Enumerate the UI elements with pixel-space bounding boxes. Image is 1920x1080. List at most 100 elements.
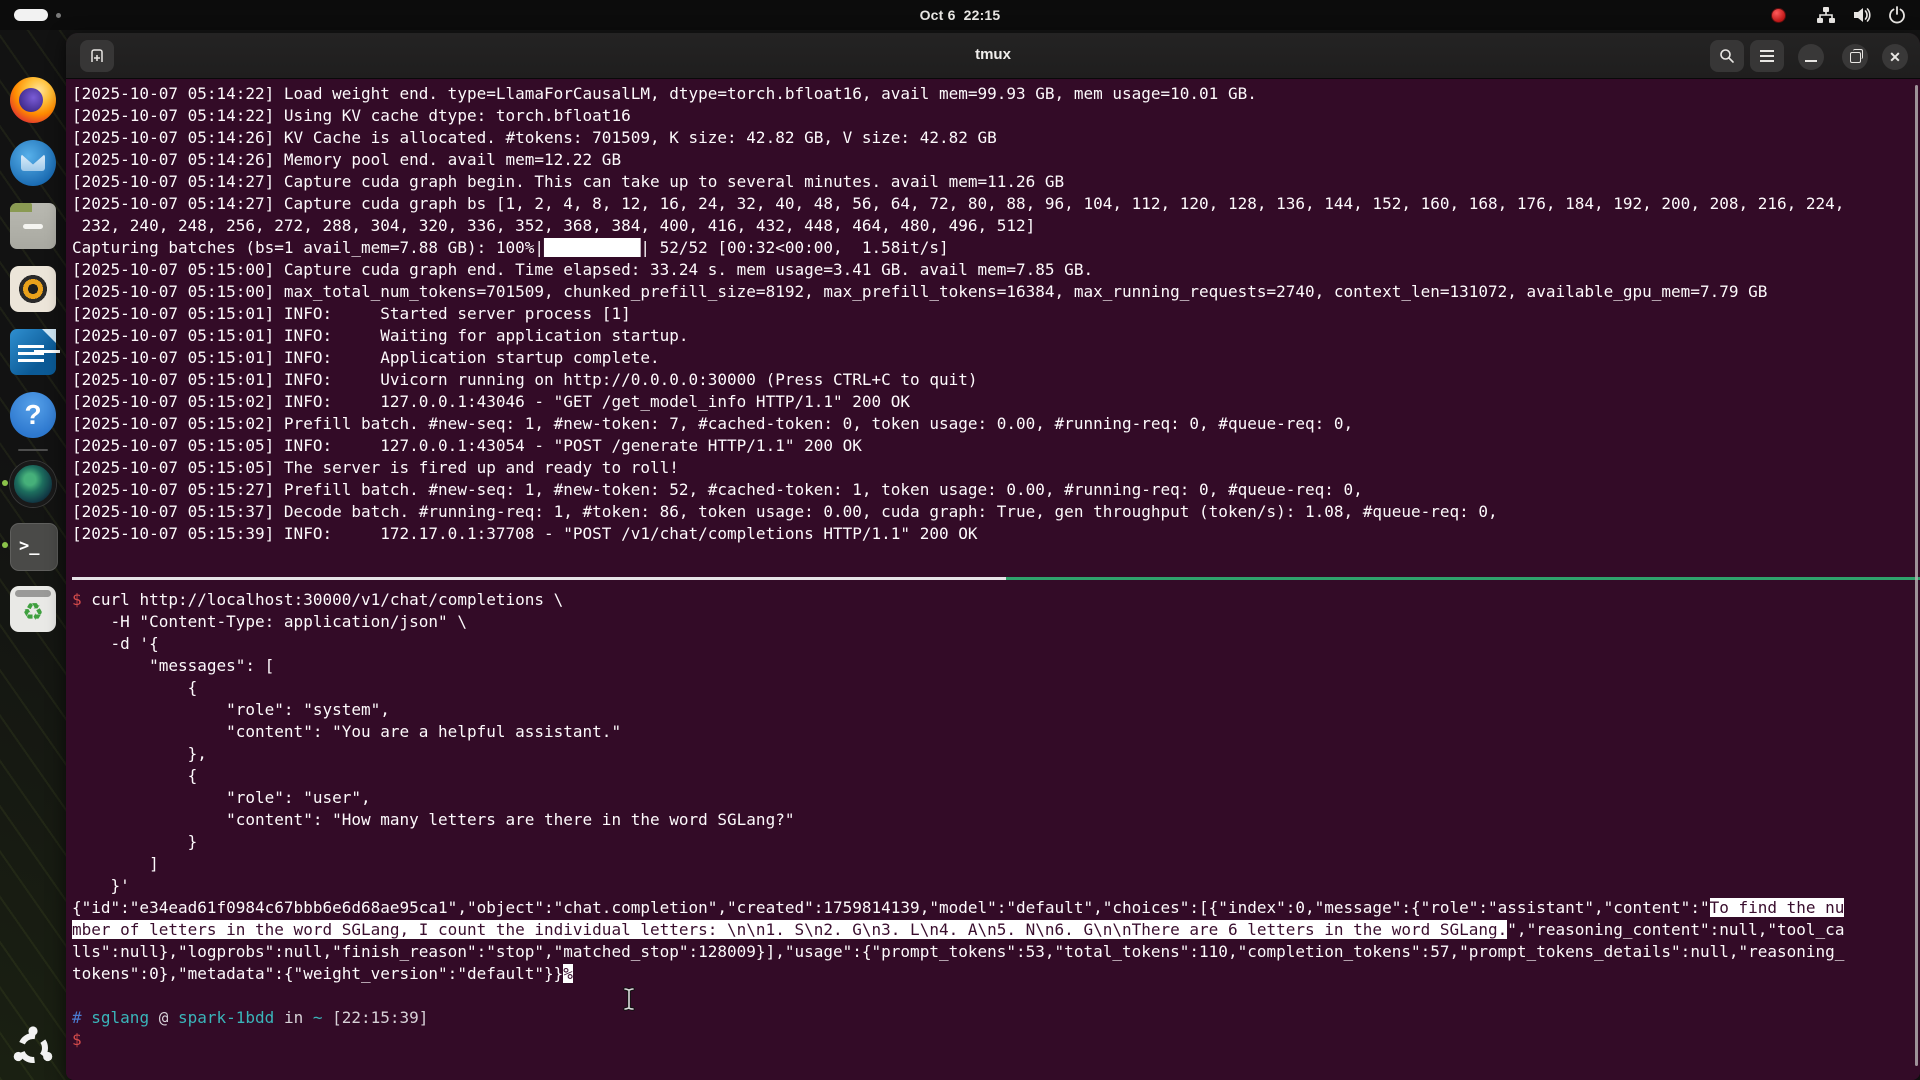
prompt-time: [22:15:39] xyxy=(332,1008,428,1027)
dock-item-help[interactable]: ? xyxy=(10,392,56,438)
dock-item-rhythmbox[interactable] xyxy=(10,266,56,312)
menu-button[interactable] xyxy=(1750,40,1784,72)
log-line: [2025-10-07 05:15:02] INFO: 127.0.0.1:43… xyxy=(72,391,1920,413)
maximize-icon xyxy=(1850,52,1861,63)
response-line: {"id":"e34ead61f0984c67bbb6e6d68ae95ca1"… xyxy=(72,897,1920,919)
curl-line: -d '{ xyxy=(72,633,1920,655)
window-title: tmux xyxy=(66,46,1920,63)
rhythmbox-speaker-icon xyxy=(10,266,56,312)
progress-stats: | 52/52 [00:32<00:00, 1.58it/s] xyxy=(640,238,948,257)
log-line: [2025-10-07 05:15:01] INFO: Application … xyxy=(72,347,1920,369)
log-line: [2025-10-07 05:14:27] Capture cuda graph… xyxy=(72,171,1920,193)
prompt-at: @ xyxy=(159,1008,169,1027)
log-line: [2025-10-07 05:15:01] INFO: Waiting for … xyxy=(72,325,1920,347)
dock: ? >_ ♻ xyxy=(0,30,66,1080)
log-line: [2025-10-07 05:15:05] The server is fire… xyxy=(72,457,1920,479)
maximize-button[interactable] xyxy=(1842,44,1868,70)
log-line: [2025-10-07 05:15:00] Capture cuda graph… xyxy=(72,259,1920,281)
dock-item-files[interactable] xyxy=(10,203,56,249)
camera-lens-icon xyxy=(10,461,56,507)
help-question-icon: ? xyxy=(10,392,56,438)
network-icon[interactable] xyxy=(1816,6,1836,24)
trash-icon: ♻ xyxy=(10,586,56,632)
prompt-dollar: $ xyxy=(72,590,82,609)
curl-command: curl http://localhost:30000/v1/chat/comp… xyxy=(82,590,564,609)
terminal-screen[interactable]: [2025-10-07 05:14:22] Load weight end. t… xyxy=(66,79,1920,1080)
response-json: {"id":"e34ead61f0984c67bbb6e6d68ae95ca1"… xyxy=(72,898,1710,917)
curl-line: } xyxy=(72,831,1920,853)
terminal-icon: >_ xyxy=(10,523,58,571)
search-button[interactable] xyxy=(1710,40,1744,72)
close-icon: ✕ xyxy=(1889,50,1901,64)
dock-item-terminal[interactable]: >_ xyxy=(10,523,56,569)
mouse-cursor-ibeam xyxy=(622,986,636,1012)
curl-line: "messages": [ xyxy=(72,655,1920,677)
response-line: mber of letters in the word SGLang, I co… xyxy=(72,919,1920,941)
tmux-window: tmux ✕ [2025-10-07 05:14:22] Load weight… xyxy=(66,33,1920,1080)
dock-separator xyxy=(18,449,48,451)
shell-prompt: # sglang @ spark-1bdd in ~ [22:15:39] xyxy=(72,1007,1920,1029)
log-line: [2025-10-07 05:15:02] Prefill batch. #ne… xyxy=(72,413,1920,435)
curl-line: }, xyxy=(72,743,1920,765)
running-indicator-dot xyxy=(2,542,8,548)
dock-item-thunderbird[interactable] xyxy=(10,140,56,186)
hamburger-icon xyxy=(1760,55,1774,57)
progress-line: Capturing batches (bs=1 avail_mem=7.88 G… xyxy=(72,237,1920,259)
log-line: [2025-10-07 05:15:37] Decode batch. #run… xyxy=(72,501,1920,523)
curl-line: "role": "system", xyxy=(72,699,1920,721)
log-line: [2025-10-07 05:14:22] Load weight end. t… xyxy=(72,83,1920,105)
log-line: [2025-10-07 05:14:27] Capture cuda graph… xyxy=(72,193,1920,215)
ubuntu-logo-icon[interactable] xyxy=(11,1026,55,1070)
curl-line: "content": "You are a helpful assistant.… xyxy=(72,721,1920,743)
dock-item-libreoffice-writer[interactable] xyxy=(10,329,56,375)
log-line: [2025-10-07 05:15:01] INFO: Uvicorn runn… xyxy=(72,369,1920,391)
prompt-user: sglang xyxy=(82,1008,159,1027)
log-line: [2025-10-07 05:15:00] max_total_num_toke… xyxy=(72,281,1920,303)
curl-line: { xyxy=(72,677,1920,699)
dock-item-camera[interactable] xyxy=(10,461,56,507)
close-button[interactable]: ✕ xyxy=(1882,44,1908,70)
terminal-cursor: % xyxy=(563,964,573,983)
firefox-icon xyxy=(10,77,56,123)
prompt-hash: # xyxy=(72,1008,82,1027)
log-line: [2025-10-07 05:14:26] KV Cache is alloca… xyxy=(72,127,1920,149)
power-icon[interactable] xyxy=(1888,6,1906,24)
curl-line: "content": "How many letters are there i… xyxy=(72,809,1920,831)
shell-prompt: $ xyxy=(72,1029,1920,1051)
dock-item-trash[interactable]: ♻ xyxy=(10,586,56,632)
response-line: lls":null},"logprobs":null,"finish_reaso… xyxy=(72,941,1920,963)
system-tray[interactable] xyxy=(1771,0,1906,30)
running-indicator-dot xyxy=(2,480,8,486)
selected-text: mber of letters in the word SGLang, I co… xyxy=(72,920,1507,939)
minimize-button[interactable] xyxy=(1798,44,1824,70)
log-line: [2025-10-07 05:15:27] Prefill batch. #ne… xyxy=(72,479,1920,501)
pane-border-left xyxy=(72,577,1006,580)
log-line: [2025-10-07 05:15:39] INFO: 172.17.0.1:3… xyxy=(72,523,1920,545)
minimize-icon xyxy=(1805,60,1817,62)
screen-record-indicator-icon[interactable] xyxy=(1771,8,1786,23)
tmux-pane-border[interactable] xyxy=(72,567,1920,589)
curl-line: "role": "user", xyxy=(72,787,1920,809)
prompt-in: in xyxy=(284,1008,303,1027)
volume-icon[interactable] xyxy=(1852,6,1872,24)
log-line: [2025-10-07 05:15:01] INFO: Started serv… xyxy=(72,303,1920,325)
log-line: [2025-10-07 05:15:05] INFO: 127.0.0.1:43… xyxy=(72,435,1920,457)
prompt-path: ~ xyxy=(303,1008,332,1027)
dock-item-firefox[interactable] xyxy=(10,77,56,123)
thunderbird-icon xyxy=(10,140,56,186)
log-line: 232, 240, 248, 256, 272, 288, 304, 320, … xyxy=(72,215,1920,237)
progress-bar: ██████████ xyxy=(544,238,640,257)
curl-line: ] xyxy=(72,853,1920,875)
response-json: tokens":0},"metadata":{"weight_version":… xyxy=(72,964,563,983)
clock[interactable]: Oct 622:15 xyxy=(0,7,1920,23)
response-json: ","reasoning_content":null,"tool_ca xyxy=(1507,920,1844,939)
top-bar: Oct 622:15 xyxy=(0,0,1920,30)
search-icon xyxy=(1719,48,1735,64)
window-titlebar[interactable]: tmux ✕ xyxy=(66,33,1920,79)
pane-border-right xyxy=(1006,577,1920,580)
clock-time: 22:15 xyxy=(964,7,1001,23)
curl-line: }' xyxy=(72,875,1920,897)
prompt-dollar: $ xyxy=(72,1030,82,1049)
terminal-scrollbar[interactable] xyxy=(1915,85,1918,1066)
log-line: [2025-10-07 05:14:26] Memory pool end. a… xyxy=(72,149,1920,171)
